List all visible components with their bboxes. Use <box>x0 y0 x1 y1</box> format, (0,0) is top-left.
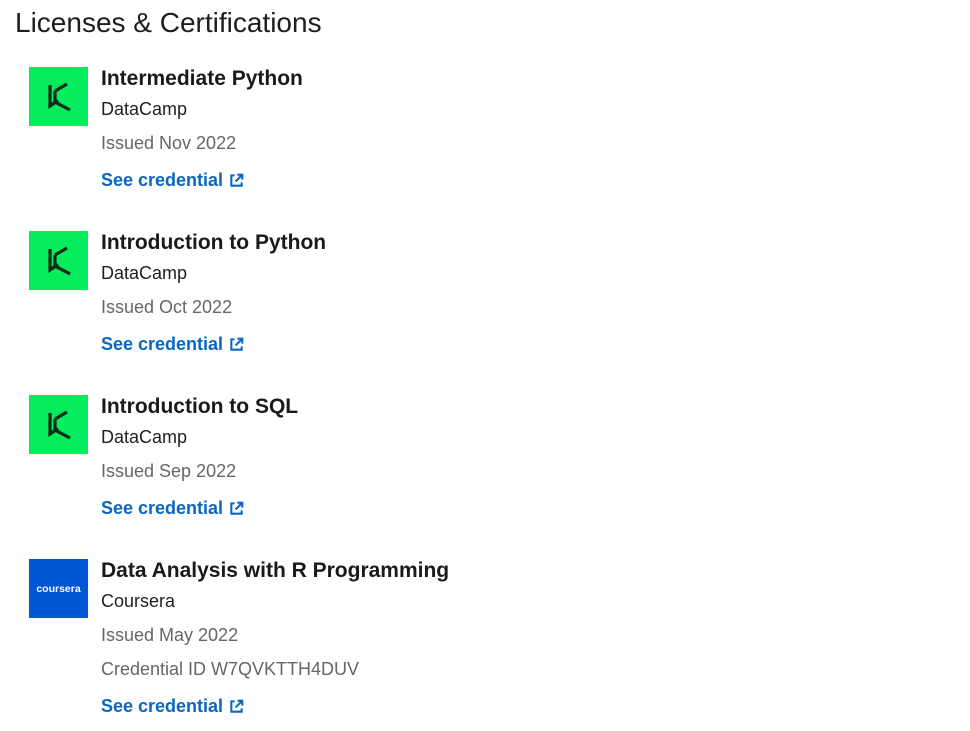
section-title: Licenses & Certifications <box>15 7 322 38</box>
external-link-icon <box>230 501 244 515</box>
coursera-logo-icon[interactable]: coursera <box>29 559 88 618</box>
datacamp-logo-icon[interactable] <box>29 67 88 126</box>
see-credential-label: See credential <box>101 334 224 354</box>
certification-issued-date: Issued May 2022 <box>101 625 239 645</box>
see-credential-link[interactable]: See credential <box>101 496 244 520</box>
certification-issued-date: Issued Sep 2022 <box>101 461 237 481</box>
see-credential-link[interactable]: See credential <box>101 168 244 192</box>
external-link-icon <box>230 173 244 187</box>
credential-id: Credential ID W7QVKTTH4DUV <box>101 659 360 679</box>
see-credential-label: See credential <box>101 696 224 716</box>
certification-title[interactable]: Data Analysis with R Programming <box>101 557 449 585</box>
coursera-logo-text: coursera <box>36 582 81 595</box>
certification-issuer: DataCamp <box>101 427 188 447</box>
see-credential-label: See credential <box>101 498 224 518</box>
certification-title[interactable]: Introduction to SQL <box>101 393 298 421</box>
certification-issuer: DataCamp <box>101 99 188 119</box>
see-credential-link[interactable]: See credential <box>101 332 244 356</box>
certification-title[interactable]: Intermediate Python <box>101 65 303 93</box>
see-credential-link[interactable]: See credential <box>101 694 244 718</box>
external-link-icon <box>230 699 244 713</box>
certification-issued-date: Issued Oct 2022 <box>101 297 233 317</box>
certification-issued-date: Issued Nov 2022 <box>101 133 237 153</box>
datacamp-logo-icon[interactable] <box>29 395 88 454</box>
certification-issuer: DataCamp <box>101 263 188 283</box>
datacamp-logo-icon[interactable] <box>29 231 88 290</box>
see-credential-label: See credential <box>101 170 224 190</box>
certification-issuer: Coursera <box>101 591 176 611</box>
certification-title[interactable]: Introduction to Python <box>101 229 326 257</box>
external-link-icon <box>230 337 244 351</box>
